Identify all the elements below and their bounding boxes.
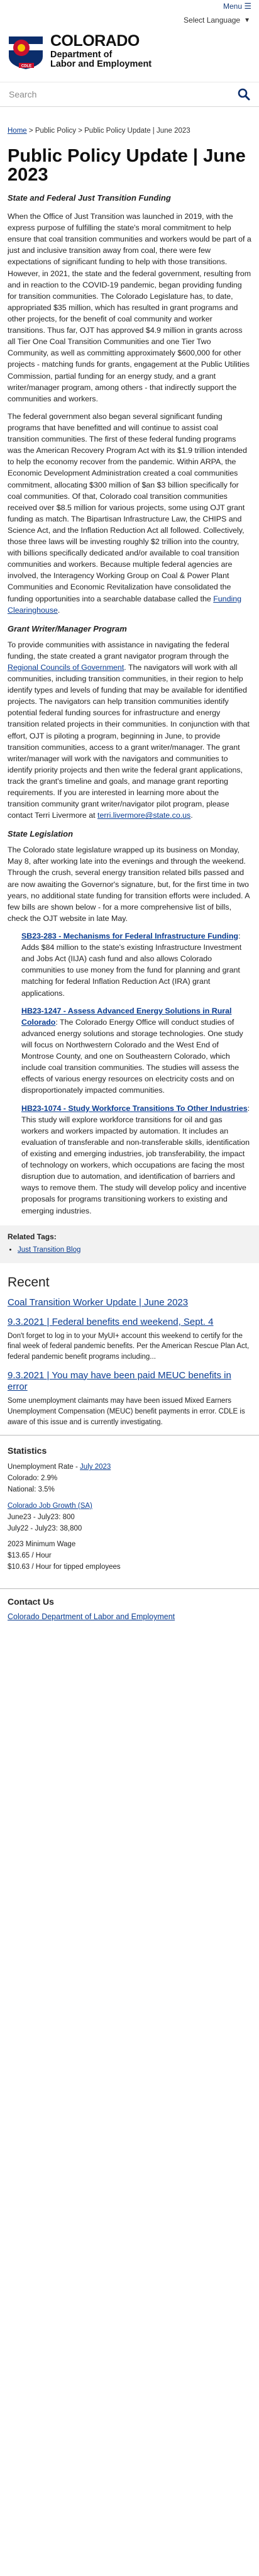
bill-link[interactable]: SB23-283 - Mechanisms for Federal Infras…: [21, 932, 238, 940]
list-item: HB23-1247 - Assess Advanced Energy Solut…: [21, 1005, 251, 1096]
recent-post-link[interactable]: 9.3.2021 | Federal benefits end weekend,…: [8, 1317, 251, 1329]
related-tags-heading: Related Tags:: [8, 1232, 57, 1241]
recent-post-summary: Some unemployment claimants may have bee…: [8, 1397, 245, 1426]
menu-button[interactable]: Menu ☰: [223, 1, 251, 12]
job-growth-row: June23 - July23: 800: [8, 1513, 75, 1521]
contact-heading: Contact Us: [8, 1596, 54, 1607]
top-menu-bar: Menu ☰: [0, 0, 259, 14]
search-icon[interactable]: [238, 88, 250, 101]
contact-block: Contact Us Colorado Department of Labor …: [8, 1589, 251, 1635]
list-item: 9.3.2021 | You may have been paid MEUC b…: [8, 1370, 251, 1428]
search-input[interactable]: Search: [9, 88, 238, 101]
paragraph-text: To provide communities with assistance i…: [8, 640, 229, 661]
paragraph-text: . The navigators will work with all comm…: [8, 662, 250, 820]
email-link[interactable]: terri.livermore@state.co.us: [97, 811, 190, 820]
recent-heading: Recent: [8, 1274, 50, 1290]
unemployment-label: Unemployment Rate -: [8, 1463, 80, 1471]
bill-text: : The Colorado Energy Office will conduc…: [21, 1017, 243, 1095]
bill-text: : This study will explore workforce tran…: [21, 1103, 250, 1215]
minimum-wage-group: 2023 Minimum Wage $13.65 / Hour $10.63 /…: [8, 1539, 251, 1573]
contact-link[interactable]: Colorado Department of Labor and Employm…: [8, 1612, 251, 1622]
bill-list: SB23-283 - Mechanisms for Federal Infras…: [8, 930, 251, 1217]
tag-link[interactable]: Just Transition Blog: [18, 1246, 80, 1254]
paragraph-text: .: [190, 811, 193, 820]
recent-post-link[interactable]: 9.3.2021 | You may have been paid MEUC b…: [8, 1370, 251, 1394]
search-bar[interactable]: Search: [0, 82, 259, 107]
brand-line-colorado: COLORADO: [50, 31, 140, 50]
recent-post-summary: Don't forget to log in to your MyUI+ acc…: [8, 1332, 250, 1361]
list-item: HB23-1074 - Study Workforce Transitions …: [21, 1103, 251, 1217]
statistics-heading: Statistics: [8, 1446, 47, 1456]
article-subtitle: State and Federal Just Transition Fundin…: [8, 193, 171, 203]
bill-text: : Adds $84 million to the state's existi…: [21, 932, 242, 998]
brand-line-labor: Labor and Employment: [50, 59, 152, 70]
section-heading-legislation: State Legislation: [8, 829, 74, 839]
national-rate: National: 3.5%: [8, 1486, 55, 1494]
breadcrumb-current: Public Policy Update | June 2023: [84, 127, 190, 135]
job-growth-group: Colorado Job Growth (SA) June23 - July23…: [8, 1501, 251, 1534]
article-paragraph-4: The Colorado state legislature wrapped u…: [8, 845, 250, 923]
job-growth-link[interactable]: Colorado Job Growth (SA): [8, 1502, 92, 1510]
list-item: Just Transition Blog: [18, 1245, 251, 1256]
unemployment-group: Unemployment Rate - July 2023 Colorado: …: [8, 1462, 251, 1495]
article-paragraph-3: To provide communities with assistance i…: [8, 639, 251, 822]
breadcrumb-home-link[interactable]: Home: [8, 127, 27, 135]
page-title: Public Policy Update | June 2023: [8, 145, 246, 186]
colorado-rate: Colorado: 2.9%: [8, 1475, 58, 1483]
breadcrumb: Home > Public Policy > Public Policy Upd…: [8, 126, 251, 137]
list-item: Coal Transition Worker Update | June 202…: [8, 1297, 251, 1309]
menu-label: Menu: [223, 2, 242, 11]
chevron-down-icon: ▼: [244, 16, 250, 24]
section-heading-grant: Grant Writer/Manager Program: [8, 623, 127, 633]
colorado-flag-logo-icon: CDLE: [9, 36, 43, 69]
minimum-wage-value: $13.65 / Hour: [8, 1552, 52, 1560]
brand-line-department: Department of: [50, 49, 113, 60]
list-item: SB23-283 - Mechanisms for Federal Infras…: [21, 930, 251, 999]
minimum-wage-heading: 2023 Minimum Wage: [8, 1541, 76, 1549]
job-growth-row: July22 - July23: 38,800: [8, 1524, 82, 1532]
language-label: Select Language: [184, 16, 241, 25]
bill-link[interactable]: HB23-1074 - Study Workforce Transitions …: [21, 1104, 248, 1113]
paragraph-text: .: [57, 605, 60, 615]
statistics-block: Statistics Unemployment Rate - July 2023…: [8, 1436, 251, 1581]
breadcrumb-separator: >: [78, 127, 82, 135]
brand-text: COLORADO Department of Labor and Employm…: [50, 31, 152, 70]
language-selector[interactable]: Select Language ▼: [0, 14, 259, 28]
cdle-badge-text: CDLE: [21, 65, 31, 69]
breadcrumb-public-policy[interactable]: Public Policy: [35, 127, 76, 135]
unemployment-month-link[interactable]: July 2023: [80, 1463, 111, 1471]
hamburger-icon: ☰: [244, 1, 251, 11]
main-content: Home > Public Policy > Public Policy Upd…: [0, 126, 259, 1634]
article-paragraph-2: The federal government also began severa…: [8, 411, 251, 616]
article-paragraph-1: When the Office of Just Transition was l…: [8, 211, 251, 403]
tipped-wage-value: $10.63 / Hour for tipped employees: [8, 1563, 121, 1571]
recent-posts: Recent Coal Transition Worker Update | J…: [8, 1273, 251, 1427]
site-header-logo[interactable]: CDLE COLORADO Department of Labor and Em…: [0, 28, 259, 75]
paragraph-text: The federal government also began severa…: [8, 411, 247, 603]
unemployment-row: Unemployment Rate - July 2023: [8, 1462, 251, 1473]
related-tags: Related Tags: Just Transition Blog: [0, 1225, 259, 1263]
recent-post-link[interactable]: Coal Transition Worker Update | June 202…: [8, 1297, 251, 1309]
breadcrumb-separator: >: [28, 127, 33, 135]
list-item: 9.3.2021 | Federal benefits end weekend,…: [8, 1317, 251, 1363]
regional-councils-link[interactable]: Regional Councils of Government: [8, 663, 124, 672]
